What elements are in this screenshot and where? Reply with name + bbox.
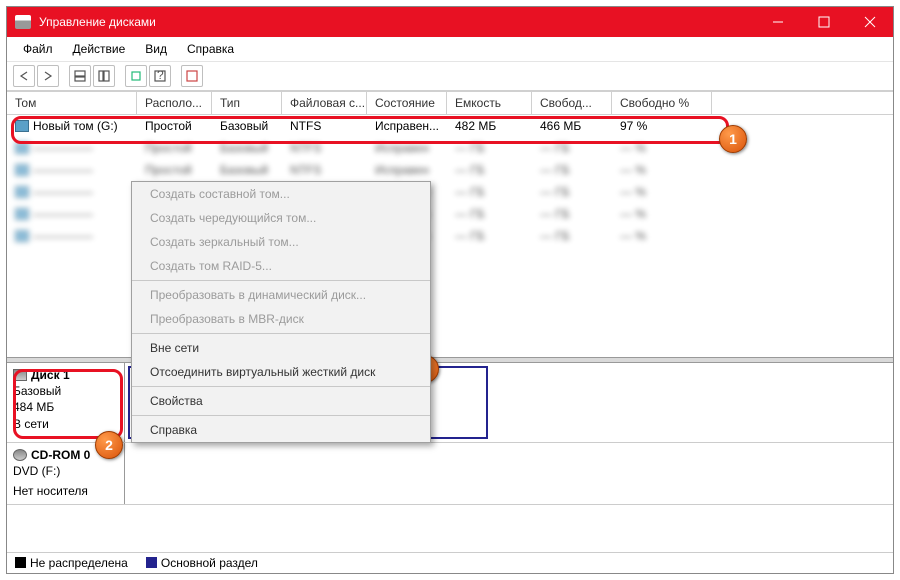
app-icon bbox=[15, 15, 31, 29]
menu-bar: Файл Действие Вид Справка bbox=[7, 37, 893, 62]
svg-text:?: ? bbox=[157, 70, 164, 82]
view-bottom-button[interactable] bbox=[93, 65, 115, 87]
col-status[interactable]: Состояние bbox=[367, 92, 447, 114]
legend: Не распределена Основной раздел bbox=[7, 552, 893, 573]
col-type[interactable]: Тип bbox=[212, 92, 282, 114]
view-top-button[interactable] bbox=[69, 65, 91, 87]
ctx-create-raid5: Создать том RAID-5... bbox=[132, 254, 430, 278]
volume-type: Базовый bbox=[212, 119, 282, 133]
disk1-label[interactable]: Диск 1 Базовый 484 МБ В сети bbox=[7, 363, 125, 442]
ctx-offline[interactable]: Вне сети bbox=[132, 336, 430, 360]
menu-action[interactable]: Действие bbox=[65, 39, 134, 59]
swatch-primary bbox=[146, 557, 157, 568]
volume-freepct: 97 % bbox=[612, 119, 712, 133]
disk1-size: 484 МБ bbox=[13, 399, 118, 415]
disk1-name: Диск 1 bbox=[31, 368, 70, 382]
refresh-button[interactable] bbox=[125, 65, 147, 87]
volume-status: Исправен... bbox=[367, 119, 447, 133]
window-title: Управление дисками bbox=[39, 15, 755, 29]
cdrom-name: CD-ROM 0 bbox=[31, 448, 90, 462]
ctx-detach-vhd[interactable]: Отсоединить виртуальный жесткий диск bbox=[132, 360, 430, 384]
ctx-create-striped: Создать чередующийся том... bbox=[132, 206, 430, 230]
cdrom-icon bbox=[13, 449, 27, 461]
title-bar: Управление дисками bbox=[7, 7, 893, 37]
forward-button[interactable] bbox=[37, 65, 59, 87]
disk-icon bbox=[13, 369, 27, 381]
legend-primary: Основной раздел bbox=[161, 556, 258, 570]
volume-row[interactable]: Новый том (G:) Простой Базовый NTFS Испр… bbox=[7, 115, 893, 137]
volume-free: 466 МБ bbox=[532, 119, 612, 133]
col-volume[interactable]: Том bbox=[7, 92, 137, 114]
volume-capacity: 482 МБ bbox=[447, 119, 532, 133]
ctx-create-mirrored: Создать зеркальный том... bbox=[132, 230, 430, 254]
col-fs[interactable]: Файловая с... bbox=[282, 92, 367, 114]
properties-button[interactable] bbox=[181, 65, 203, 87]
legend-unalloc: Не распределена bbox=[30, 556, 128, 570]
disk1-type: Базовый bbox=[13, 383, 118, 399]
col-capacity[interactable]: Емкость bbox=[447, 92, 532, 114]
menu-view[interactable]: Вид bbox=[137, 39, 175, 59]
close-button[interactable] bbox=[847, 7, 893, 37]
col-freepct[interactable]: Свободно % bbox=[612, 92, 712, 114]
volume-fs: NTFS bbox=[282, 119, 367, 133]
volume-icon bbox=[15, 120, 29, 132]
minimize-button[interactable] bbox=[755, 7, 801, 37]
disk1-status: В сети bbox=[13, 416, 118, 432]
menu-help[interactable]: Справка bbox=[179, 39, 242, 59]
ctx-properties[interactable]: Свойства bbox=[132, 389, 430, 413]
cdrom-status: Нет носителя bbox=[13, 483, 118, 499]
help-button[interactable]: ? bbox=[149, 65, 171, 87]
volume-name: Новый том (G:) bbox=[33, 119, 118, 133]
ctx-convert-mbr: Преобразовать в MBR-диск bbox=[132, 307, 430, 331]
back-button[interactable] bbox=[13, 65, 35, 87]
ctx-help[interactable]: Справка bbox=[132, 418, 430, 442]
col-layout[interactable]: Располо... bbox=[137, 92, 212, 114]
ctx-create-spanned: Создать составной том... bbox=[132, 182, 430, 206]
cdrom-label[interactable]: CD-ROM 0 DVD (F:) Нет носителя bbox=[7, 443, 125, 504]
col-free[interactable]: Свобод... bbox=[532, 92, 612, 114]
volume-layout: Простой bbox=[137, 119, 212, 133]
maximize-button[interactable] bbox=[801, 7, 847, 37]
context-menu: Создать составной том... Создать чередую… bbox=[131, 181, 431, 443]
toolbar: ? bbox=[7, 62, 893, 91]
menu-file[interactable]: Файл bbox=[15, 39, 61, 59]
swatch-unalloc bbox=[15, 557, 26, 568]
ctx-convert-dynamic: Преобразовать в динамический диск... bbox=[132, 283, 430, 307]
cdrom-drive: DVD (F:) bbox=[13, 463, 118, 479]
grid-header: Том Располо... Тип Файловая с... Состоян… bbox=[7, 92, 893, 115]
